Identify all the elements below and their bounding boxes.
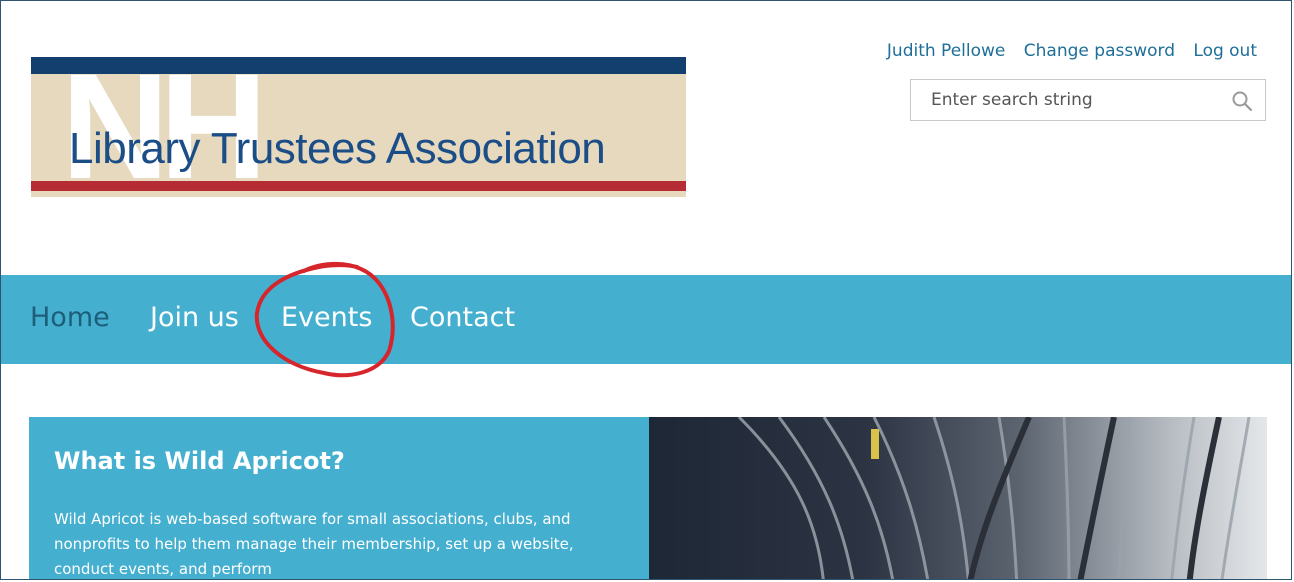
nav-item-home[interactable]: Home [30,302,110,333]
user-name-link[interactable]: Judith Pellowe [887,41,1005,61]
main-nav: Home Join us Events Contact [1,275,1291,364]
change-password-link[interactable]: Change password [1024,41,1175,61]
magnifier-icon[interactable] [1231,90,1253,112]
site-logo[interactable]: NH Library Trustees Association [31,57,686,197]
search-input[interactable] [911,80,1231,120]
nav-item-events[interactable]: Events [281,302,372,333]
logo-bottom-bar [31,181,686,191]
hero-title: What is Wild Apricot? [54,447,345,475]
hero-panel: What is Wild Apricot? Wild Apricot is we… [29,417,649,579]
logo-org-name: Library Trustees Association [69,124,606,173]
user-links: Judith Pellowe Change password Log out [874,41,1257,61]
page-frame: NH Library Trustees Association Judith P… [0,0,1292,580]
search-box [910,79,1266,121]
log-out-link[interactable]: Log out [1193,41,1257,61]
nav-item-join-us[interactable]: Join us [150,302,239,333]
bookshelf-image [737,417,1251,579]
nav-item-contact[interactable]: Contact [410,302,515,333]
hero-body: Wild Apricot is web-based software for s… [54,510,574,578]
hero-image [649,417,1267,579]
